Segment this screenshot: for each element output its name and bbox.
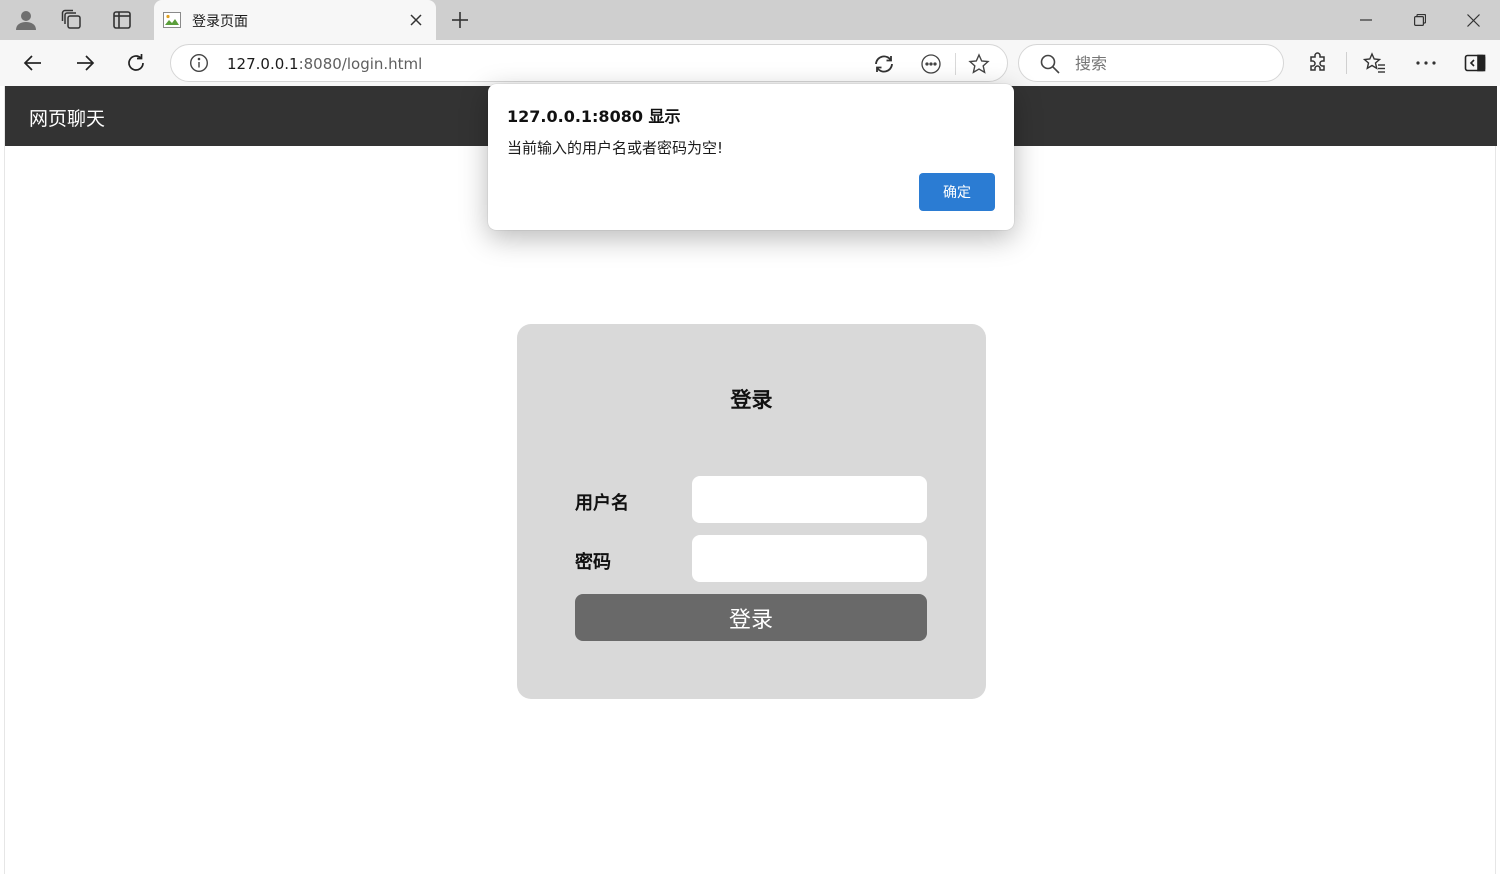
sidebar-icon[interactable] xyxy=(1460,48,1490,78)
edge-app-icon[interactable] xyxy=(872,52,896,76)
alert-dialog: 127.0.0.1:8080 显示 当前输入的用户名或者密码为空! 确定 xyxy=(488,84,1014,230)
login-heading: 登录 xyxy=(730,388,773,412)
address-bar[interactable]: 127.0.0.1:8080/login.html xyxy=(170,44,1008,82)
login-card: 登录 用户名 密码 登录 xyxy=(517,324,986,699)
broken-image-icon xyxy=(162,10,182,30)
refresh-icon[interactable] xyxy=(121,48,151,78)
active-tab[interactable]: 登录页面 xyxy=(154,0,436,40)
site-title: 网页聊天 xyxy=(29,108,106,130)
tab-bar: 登录页面 xyxy=(0,0,1500,40)
restore-icon[interactable] xyxy=(1393,0,1447,40)
search-icon xyxy=(1039,53,1061,75)
search-box[interactable] xyxy=(1018,44,1284,82)
search-input[interactable] xyxy=(1075,54,1265,73)
url-path: :8080/login.html xyxy=(298,55,423,73)
dialog-ok-button[interactable]: 确定 xyxy=(919,173,995,211)
login-button[interactable]: 登录 xyxy=(575,594,927,641)
extensions-icon[interactable] xyxy=(1303,48,1333,78)
username-input[interactable] xyxy=(692,476,927,523)
username-label: 用户名 xyxy=(575,493,629,514)
workspaces-icon[interactable] xyxy=(58,6,86,34)
url-text[interactable]: 127.0.0.1:8080/login.html xyxy=(227,55,422,73)
more-circle-icon[interactable] xyxy=(919,52,943,76)
plus-icon[interactable] xyxy=(446,6,474,34)
star-icon[interactable] xyxy=(967,52,991,76)
close-icon[interactable] xyxy=(406,10,426,30)
tab-title: 登录页面 xyxy=(192,14,248,30)
browser-toolbar: 127.0.0.1:8080/login.html xyxy=(0,40,1500,86)
profile-icon[interactable] xyxy=(12,6,40,34)
back-arrow-icon[interactable] xyxy=(18,48,48,78)
url-host: 127.0.0.1 xyxy=(227,55,299,73)
address-divider xyxy=(955,53,956,75)
close-icon[interactable] xyxy=(1446,0,1500,40)
dialog-title: 127.0.0.1:8080 显示 xyxy=(507,107,681,126)
dialog-message: 当前输入的用户名或者密码为空! xyxy=(507,139,724,157)
password-input[interactable] xyxy=(692,535,927,582)
info-icon[interactable] xyxy=(189,53,209,73)
password-label: 密码 xyxy=(575,552,611,573)
forward-arrow-icon[interactable] xyxy=(70,48,100,78)
toolbar-divider xyxy=(1346,52,1347,74)
favorites-icon[interactable] xyxy=(1360,48,1390,78)
minimize-icon[interactable] xyxy=(1339,0,1393,40)
ellipsis-icon[interactable] xyxy=(1411,48,1441,78)
tab-actions-icon[interactable] xyxy=(108,6,136,34)
